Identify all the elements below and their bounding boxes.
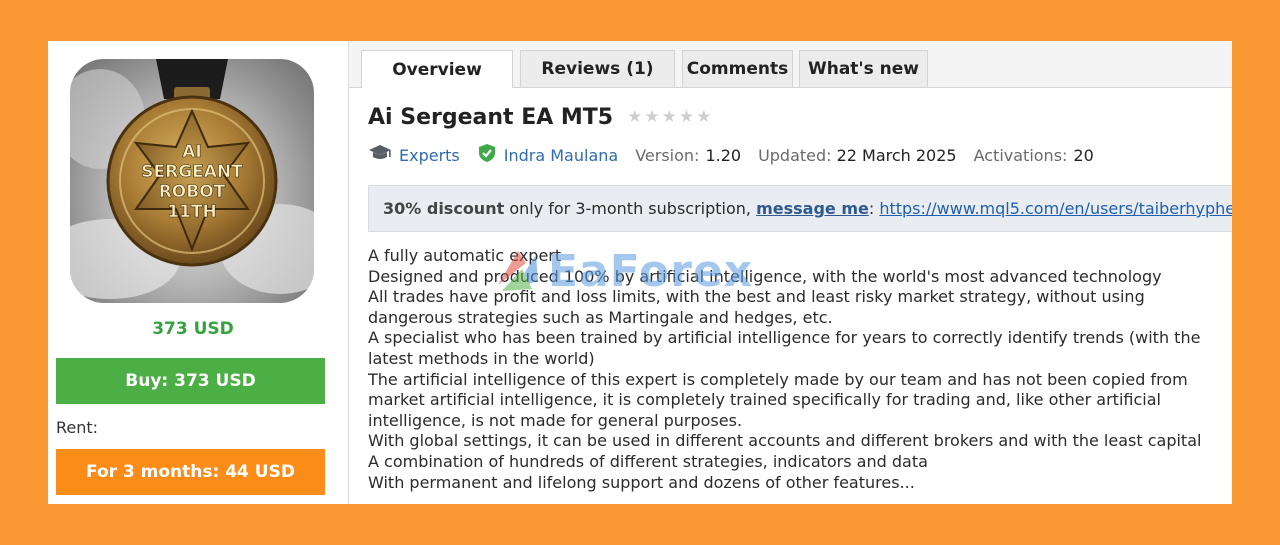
description-line: With permanent and lifelong support and … [368,472,915,492]
description-line: Designed and produced 100% by artificial… [368,266,1162,286]
verified-shield-icon [478,143,496,167]
discount-amount: 30% discount [383,199,505,218]
star-icon[interactable]: ★ [679,108,694,126]
updated-value: 22 March 2025 [836,145,957,165]
description-line: A fully automatic expert [368,246,562,265]
product-description: A fully automatic expert Designed and pr… [368,246,1232,493]
graduation-cap-icon [368,144,392,166]
tab-reviews[interactable]: Reviews (1) [520,50,675,87]
star-icon[interactable]: ★ [644,108,659,126]
rent-label: Rent: [56,418,99,437]
category-link[interactable]: Experts [399,146,460,165]
star-icon[interactable]: ★ [696,108,711,126]
author-link[interactable]: Indra Maulana [504,146,618,165]
tab-bar: Overview Reviews (1) Comments What's new [349,41,1232,88]
description-line: A combination of hundreds of different s… [368,451,928,471]
description-line: All trades have profit and loss limits, … [368,287,1145,327]
product-image[interactable]: AI SERGEANT ROBOT 11TH [70,59,314,303]
medal-text-line-3: ROBOT [159,182,226,202]
product-price: 373 USD [152,319,234,339]
medal-text-line-2: SERGEANT [141,162,243,182]
version-label: Version: [635,145,700,165]
medal-text-line-4: 11TH [167,202,216,222]
activations-label: Activations: [973,145,1068,165]
buy-button[interactable]: Buy: 373 USD [56,358,325,404]
product-sidebar: AI SERGEANT ROBOT 11TH 373 USD Buy: 373 … [48,41,349,504]
star-icon[interactable]: ★ [662,108,677,126]
rent-3-months-button[interactable]: For 3 months: 44 USD [56,449,325,495]
discount-colon: : [868,199,880,218]
tab-overview[interactable]: Overview [361,50,513,88]
medal-text-line-1: AI [182,142,201,162]
discount-banner: 30% discount only for 3-month subscripti… [368,185,1232,232]
message-me-link[interactable]: message me [756,199,869,218]
description-line: The artificial intelligence of this expe… [368,369,1188,430]
activations-value: 20 [1073,145,1094,165]
discount-text: only for 3-month subscription, [504,199,757,218]
version-value: 1.20 [705,145,742,165]
product-card: AI SERGEANT ROBOT 11TH 373 USD Buy: 373 … [48,41,1232,504]
title-row: Ai Sergeant EA MT5 ★ ★ ★ ★ ★ [368,101,711,133]
product-title: Ai Sergeant EA MT5 [368,104,614,130]
tab-whats-new[interactable]: What's new [799,50,928,87]
medal-image: AI SERGEANT ROBOT 11TH [70,59,314,299]
updated-label: Updated: [758,145,832,165]
author-profile-link[interactable]: https://www.mql5.com/en/users/taiberhyph… [879,199,1232,218]
product-details: Overview Reviews (1) Comments What's new… [349,41,1232,504]
rating-stars[interactable]: ★ ★ ★ ★ ★ [627,108,711,126]
description-line: A specialist who has been trained by art… [368,328,1201,368]
product-meta: Experts Indra Maulana Version: 1.20 Upda… [368,143,1094,167]
description-line: With global settings, it can be used in … [368,431,1202,451]
star-icon[interactable]: ★ [627,108,642,126]
tab-comments[interactable]: Comments [682,50,793,87]
